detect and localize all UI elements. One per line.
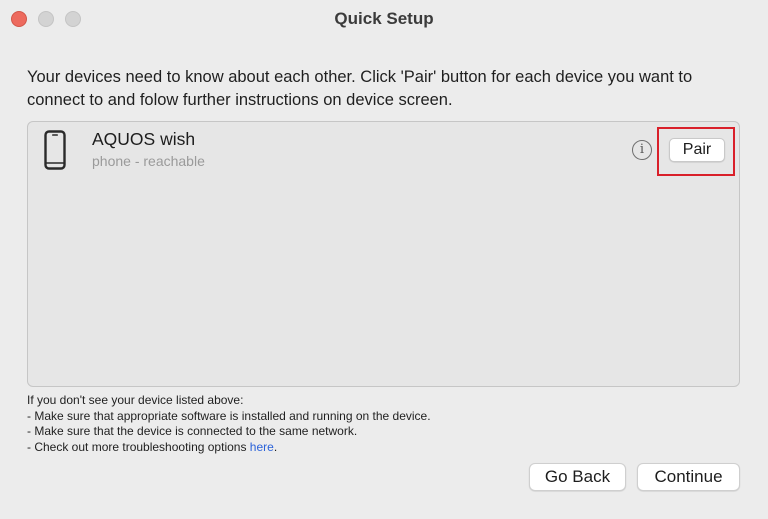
window-title: Quick Setup xyxy=(334,9,434,28)
go-back-button[interactable]: Go Back xyxy=(529,463,626,491)
help-line: If you don't see your device listed abov… xyxy=(27,393,244,407)
instructions-text: Your devices need to know about each oth… xyxy=(27,68,693,109)
pair-button[interactable]: Pair xyxy=(669,138,725,162)
device-status: phone - reachable xyxy=(92,153,205,169)
help-line-suffix: . xyxy=(273,439,278,454)
title-bar: Quick Setup xyxy=(0,0,768,38)
info-icon[interactable]: i xyxy=(632,140,652,160)
help-line: - Make sure that the device is connected… xyxy=(27,424,358,438)
troubleshooting-link[interactable]: here xyxy=(250,440,274,454)
help-line-prefix: - Check out more troubleshooting options xyxy=(27,439,250,454)
device-name: AQUOS wish xyxy=(92,129,196,149)
quick-setup-window: Quick Setup Your devices need to know ab… xyxy=(0,0,768,519)
troubleshooting-help: If you don't see your device listed abov… xyxy=(27,393,727,455)
help-line: - Check out more troubleshooting options… xyxy=(27,440,727,456)
continue-button[interactable]: Continue xyxy=(637,463,740,491)
device-list: AQUOS wish phone - reachable i Pair xyxy=(27,121,740,387)
help-line: - Make sure that appropriate software is… xyxy=(27,408,431,423)
phone-icon xyxy=(44,130,66,170)
device-row: AQUOS wish phone - reachable i Pair xyxy=(28,122,739,178)
